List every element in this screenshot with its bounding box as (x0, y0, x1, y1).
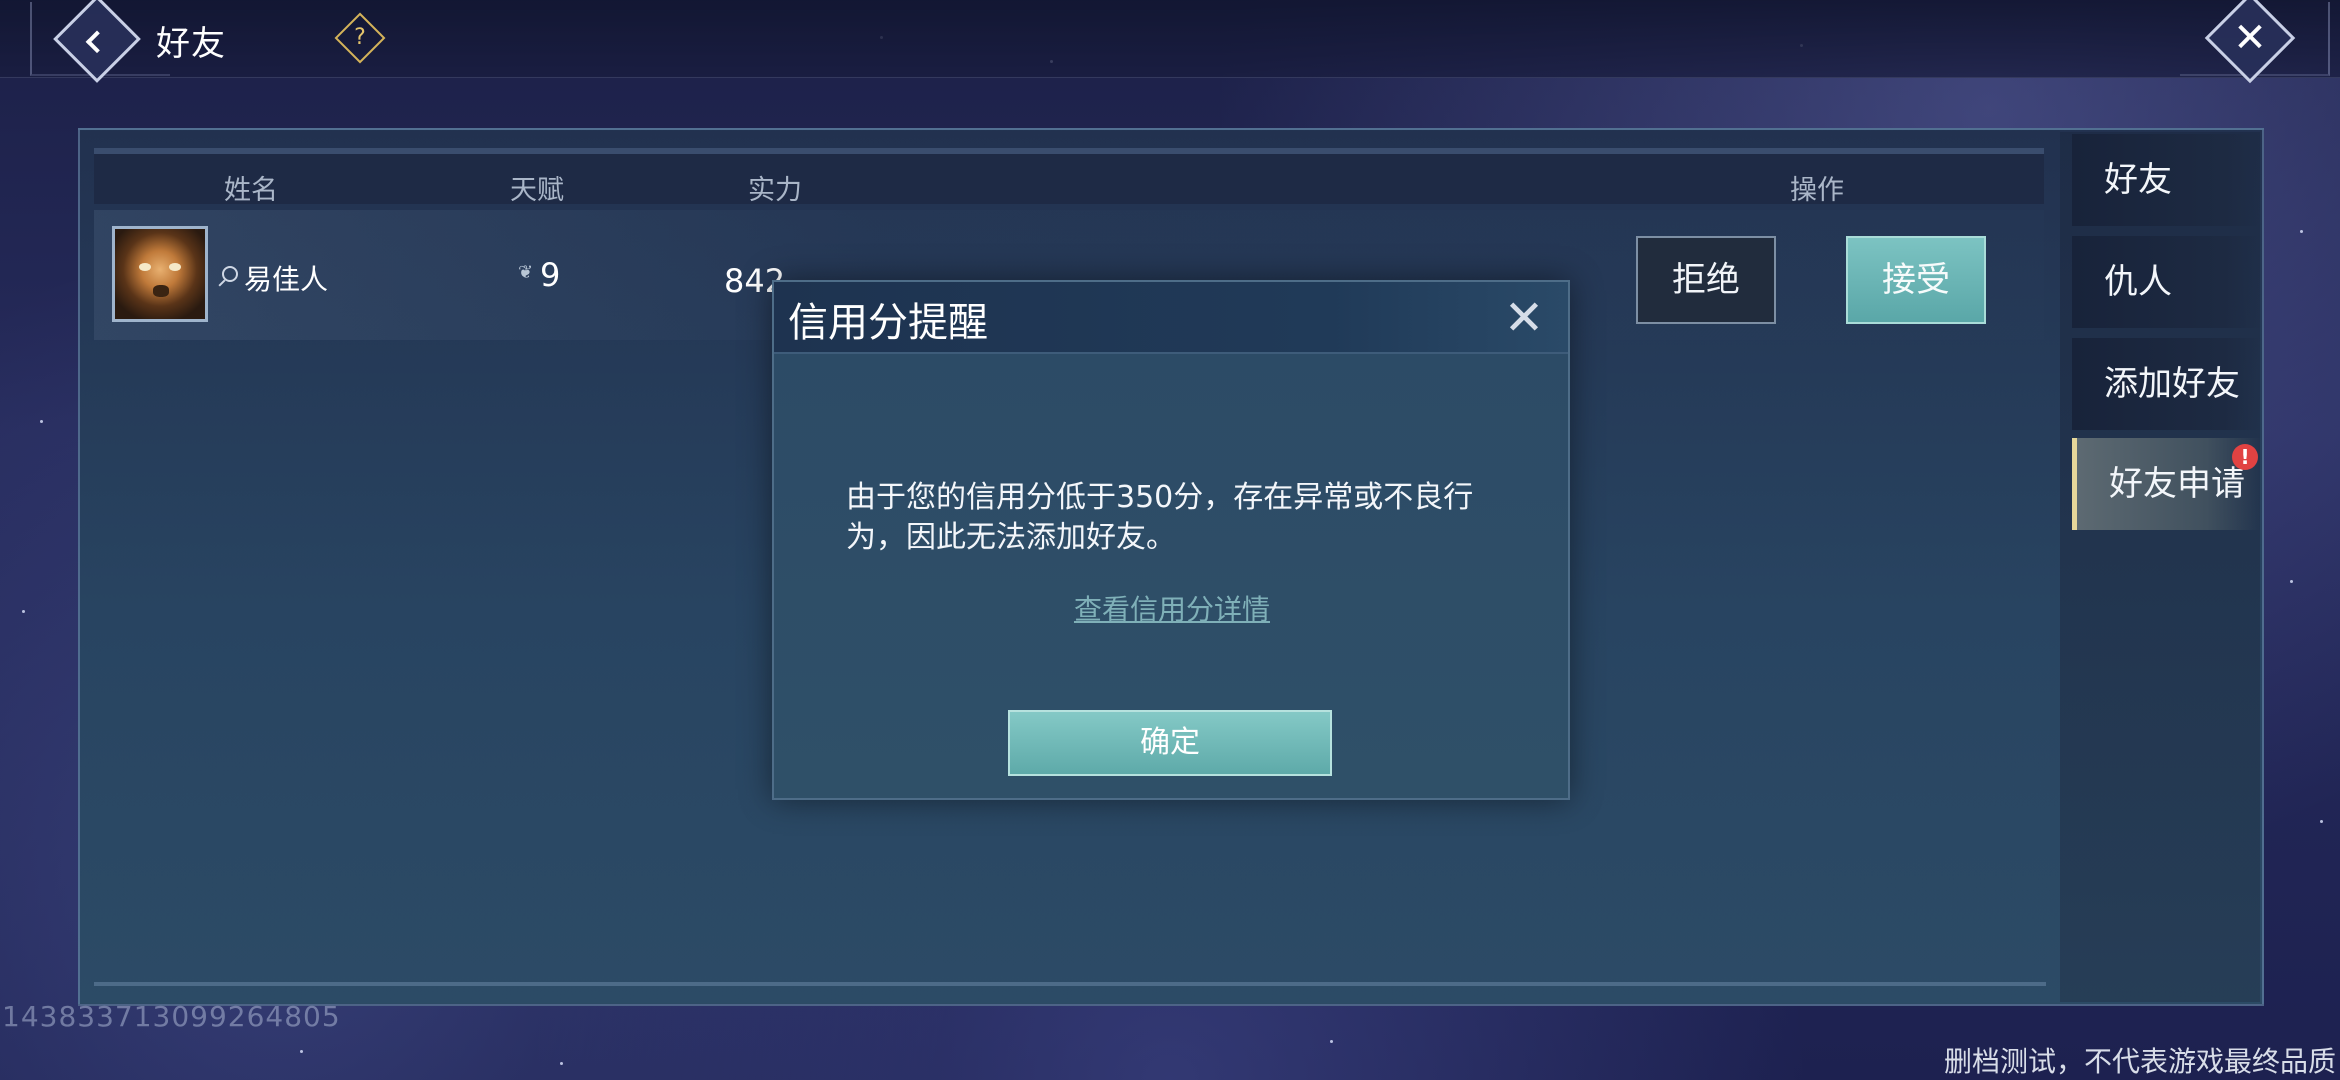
dialog-message: 由于您的信用分低于350分，存在异常或不良行为，因此无法添加好友。 (846, 480, 1474, 555)
user-id-text: 1438337130992648​05 (2, 1000, 341, 1033)
tab-friends[interactable]: 好友 (2072, 134, 2262, 226)
dialog-close-button[interactable]: ✕ (1500, 294, 1548, 342)
table-header: 姓名 天赋 实力 操作 (94, 148, 2044, 206)
column-header-talent: 天赋 (510, 175, 564, 206)
panel-divider (94, 982, 2046, 986)
test-watermark: 删档测试，不代表游戏最终品质 (1944, 1045, 2337, 1078)
alert-badge: ! (2232, 444, 2258, 470)
talent-icon: ❦ (518, 262, 534, 283)
player-name: 易佳人 (244, 263, 329, 296)
question-icon: ? (354, 25, 366, 50)
column-header-name: 姓名 (224, 175, 278, 206)
close-icon: ✕ (1503, 290, 1545, 346)
view-credit-details-link[interactable]: 查看信用分详情 (1072, 588, 1272, 628)
search-icon (222, 266, 238, 282)
tab-enemies[interactable]: 仇人 (2072, 236, 2262, 328)
page-title: 好友 (156, 24, 226, 64)
accept-button[interactable]: 接受 (1846, 236, 1986, 324)
dialog-title: 信用分提醒 (788, 300, 988, 346)
talent-value: 9 (540, 256, 561, 294)
close-icon: ✕ (2233, 14, 2267, 61)
tab-add-friend[interactable]: 添加好友 (2072, 338, 2262, 430)
avatar[interactable] (112, 226, 208, 322)
confirm-button[interactable]: 确定 (1008, 710, 1332, 776)
column-header-power: 实力 (748, 175, 802, 206)
column-header-action: 操作 (1790, 175, 1844, 206)
reject-button[interactable]: 拒绝 (1636, 236, 1776, 324)
